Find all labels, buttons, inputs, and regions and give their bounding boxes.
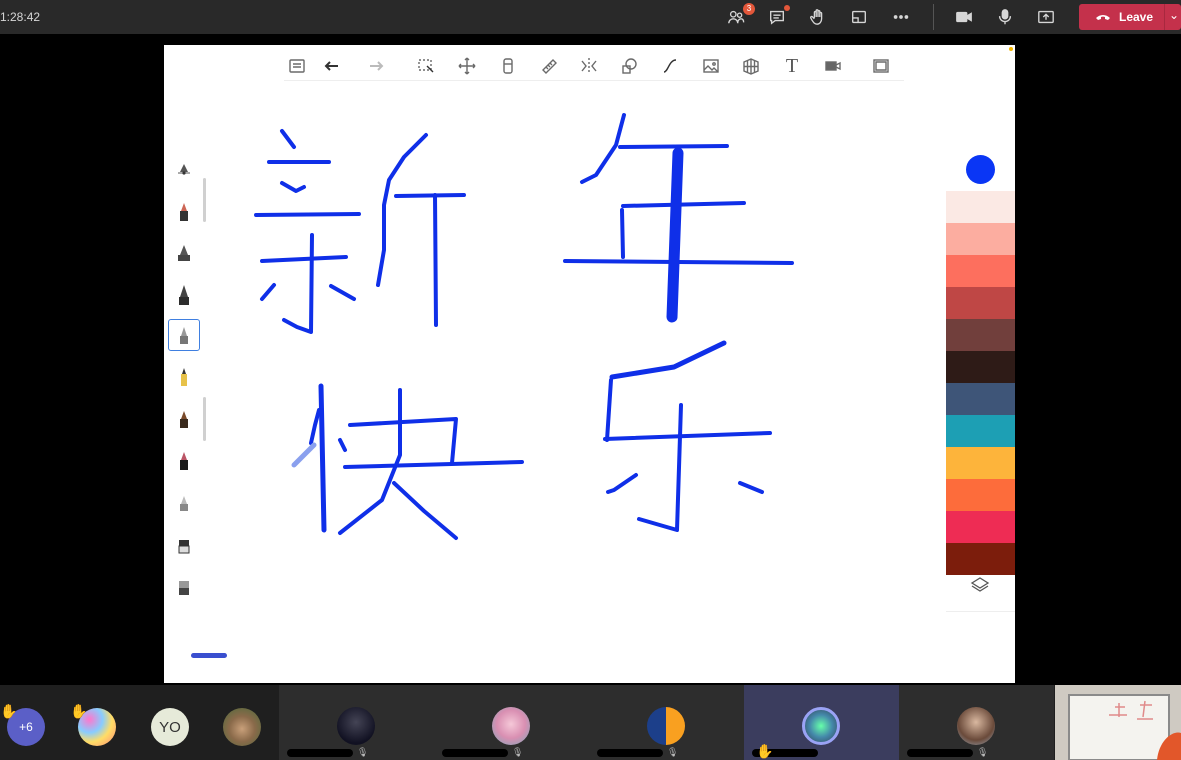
stroke <box>605 378 613 442</box>
stroke <box>621 201 746 208</box>
raised-hand-icon: ✋ <box>0 703 18 719</box>
participant-tile[interactable]: 🎙 <box>434 685 589 760</box>
avatar <box>337 707 375 745</box>
color-swatch[interactable] <box>946 511 1015 543</box>
current-color-indicator[interactable] <box>966 155 995 184</box>
participant-tile-speaking[interactable]: ✋ <box>744 685 899 760</box>
color-swatch[interactable] <box>946 319 1015 351</box>
stroke <box>609 340 727 380</box>
participant-name-redacted <box>442 749 508 757</box>
stroke <box>260 255 348 263</box>
participant-name-redacted <box>907 749 973 757</box>
stroke <box>309 408 321 445</box>
mic-icon[interactable] <box>994 6 1016 28</box>
avatar[interactable] <box>223 708 261 746</box>
color-swatch[interactable] <box>946 287 1015 319</box>
meeting-toolbar: 1:28:42 3 Leave ⌄ <box>0 0 1181 34</box>
stroke <box>260 283 276 301</box>
stroke <box>318 383 327 533</box>
toolbar-separator <box>933 4 934 30</box>
layers-icon[interactable] <box>970 575 990 595</box>
camera-icon[interactable] <box>953 6 975 28</box>
video-frame <box>1055 685 1181 760</box>
share-tray-icon[interactable] <box>848 6 870 28</box>
color-swatch[interactable] <box>946 415 1015 447</box>
palette-divider <box>946 611 1015 612</box>
avatar <box>957 707 995 745</box>
chat-icon[interactable] <box>766 5 790 28</box>
leave-label: Leave <box>1119 10 1154 24</box>
stroke <box>738 481 764 494</box>
raised-hand-icon: ✋ <box>756 743 774 759</box>
stroke <box>343 460 524 469</box>
chat-unread-dot <box>784 5 790 11</box>
color-swatch[interactable] <box>946 255 1015 287</box>
ink-strokes <box>254 113 794 540</box>
color-palette <box>946 155 1015 615</box>
muted-mic-icon: 🎙 <box>977 747 989 757</box>
people-icon[interactable]: 3 <box>725 3 755 28</box>
whiteboard-canvas[interactable]: T <box>164 45 1015 683</box>
stroke <box>620 208 625 259</box>
muted-mic-icon: 🎙 <box>357 747 369 757</box>
avatar <box>802 707 840 745</box>
stroke <box>348 417 458 465</box>
stroke <box>637 403 683 532</box>
raised-hand-icon: ✋ <box>70 703 88 719</box>
stroke <box>392 481 458 540</box>
color-swatch[interactable] <box>946 191 1015 223</box>
color-swatch[interactable] <box>946 447 1015 479</box>
stroke <box>666 147 684 323</box>
stroke <box>291 442 317 468</box>
stroke <box>338 388 402 535</box>
stroke <box>394 193 466 198</box>
chevron-down-icon[interactable]: ⌄ <box>1169 8 1179 22</box>
color-swatch[interactable] <box>946 351 1015 383</box>
muted-mic-icon: 🎙 <box>512 747 524 757</box>
participant-name-redacted <box>597 749 663 757</box>
phone-hangup-icon <box>1096 15 1110 20</box>
color-swatch[interactable] <box>946 543 1015 575</box>
meeting-timer: 1:28:42 <box>0 10 41 24</box>
color-swatch[interactable] <box>946 479 1015 511</box>
stroke <box>280 129 296 149</box>
stroke <box>606 473 638 494</box>
participant-tile[interactable]: 🎙 <box>899 685 1054 760</box>
avatar <box>492 707 530 745</box>
share-icon[interactable] <box>1035 6 1057 28</box>
stroke <box>282 233 314 334</box>
stroke <box>603 431 772 441</box>
leave-button[interactable]: Leave <box>1079 4 1181 30</box>
color-swatch[interactable] <box>946 383 1015 415</box>
participant-tile[interactable]: 🎙 <box>279 685 434 760</box>
leave-divider <box>1164 4 1165 30</box>
participants-strip: +6 ✋ ✋ YO 🎙 🎙 🎙 ✋ 🎙 <box>0 685 1181 760</box>
stroke <box>254 212 361 217</box>
color-swatch[interactable] <box>946 223 1015 255</box>
participants-badge: 3 <box>743 3 755 15</box>
stroke <box>280 181 306 193</box>
stroke <box>329 284 356 301</box>
hand-icon[interactable] <box>807 6 829 28</box>
avatar-initials[interactable]: YO <box>151 708 189 746</box>
participant-name-redacted <box>287 749 353 757</box>
stroke <box>433 193 438 327</box>
stroke <box>338 438 347 452</box>
stroke <box>580 113 626 184</box>
self-video-preview[interactable] <box>1055 685 1181 760</box>
handwriting-strokes <box>254 113 794 540</box>
stroke <box>376 133 428 287</box>
stroke <box>618 144 729 149</box>
participant-tile[interactable]: 🎙 <box>589 685 744 760</box>
avatar <box>647 707 685 745</box>
more-icon[interactable] <box>890 6 912 28</box>
muted-mic-icon: 🎙 <box>667 747 679 757</box>
